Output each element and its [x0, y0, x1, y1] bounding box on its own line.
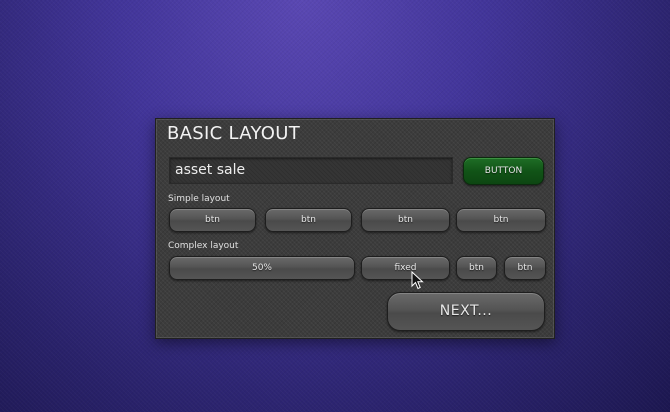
text-input[interactable]: asset sale	[169, 157, 453, 184]
simple-btn-3[interactable]: btn	[361, 208, 450, 232]
simple-btn-1[interactable]: btn	[169, 208, 256, 232]
mouse-pointer-icon	[411, 271, 424, 290]
simple-btn-4[interactable]: btn	[456, 208, 546, 232]
complex-btn-3[interactable]: btn	[456, 256, 497, 280]
basic-layout-panel: BASIC LAYOUT asset sale BUTTON Simple la…	[155, 118, 555, 339]
complex-btn-50-percent[interactable]: 50%	[169, 256, 355, 280]
next-button[interactable]: NEXT...	[387, 292, 545, 331]
simple-btn-2[interactable]: btn	[265, 208, 352, 232]
complex-layout-label: Complex layout	[168, 241, 239, 251]
panel-title: BASIC LAYOUT	[167, 123, 300, 144]
complex-btn-4[interactable]: btn	[504, 256, 546, 280]
green-button[interactable]: BUTTON	[463, 157, 544, 185]
complex-btn-fixed[interactable]: fixed	[361, 256, 450, 280]
simple-layout-label: Simple layout	[168, 194, 230, 204]
